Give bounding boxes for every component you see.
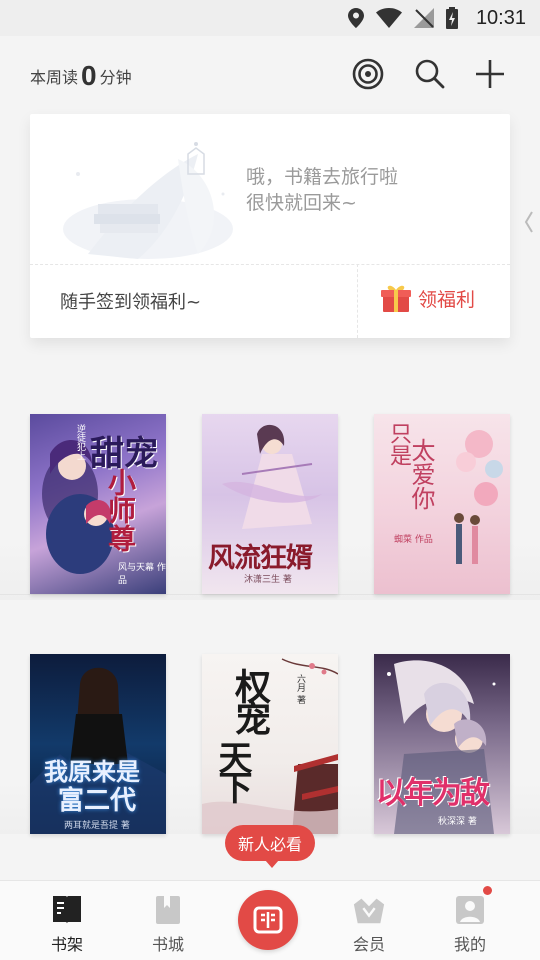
plus-icon <box>476 60 504 88</box>
book-cover[interactable]: 甜宠 小师尊 逆徒犯上 风与天幕 作品 <box>30 414 166 594</box>
bookstore-icon <box>151 893 185 927</box>
book-author: 沐潇三生 著 <box>244 575 292 585</box>
new-user-guide-badge[interactable]: 新人必看 <box>225 825 315 868</box>
crown-icon <box>352 893 386 927</box>
card-vertical-divider <box>357 264 358 338</box>
book-title-part: 富二代 <box>58 786 137 816</box>
chevron-left-icon <box>524 211 533 233</box>
nav-item-membership[interactable]: 会员 <box>329 881 409 960</box>
reading-goal-button[interactable] <box>350 56 386 92</box>
nav-item-profile[interactable]: 我的 <box>430 881 510 960</box>
book-cover[interactable]: 我原来是 富二代 两耳就是吾提 著 <box>30 654 166 834</box>
nav-item-bookshelf[interactable]: 书架 <box>27 881 107 960</box>
nav-label-profile: 我的 <box>453 935 486 954</box>
claim-welfare-button[interactable]: 领福利 <box>380 282 475 314</box>
book-author: 秋深深 著 <box>438 817 477 827</box>
book-title: 风流狂婿 <box>208 543 313 574</box>
book-cover[interactable]: 以年为敌 秋深深 著 <box>374 654 510 834</box>
no-signal-icon <box>413 8 434 28</box>
search-button[interactable] <box>412 56 448 92</box>
notification-dot <box>483 886 492 895</box>
book-author: 两耳就是吾提 著 <box>64 821 130 831</box>
week-read-suffix: 分钟 <box>99 68 132 87</box>
daily-sign-in-link[interactable]: 随手签到领福利~ <box>60 288 201 314</box>
week-read-minutes: 0 <box>81 60 97 91</box>
nav-label-bookshelf: 书架 <box>50 935 83 954</box>
book-tagline: 逆徒犯上 <box>75 424 85 460</box>
book-cover[interactable]: 风流狂婿 沐潇三生 著 <box>202 414 338 594</box>
books-travel-illustration <box>48 134 248 264</box>
empty-shelf-message: 哦，书籍去旅行啦 很快就回来~ <box>246 164 398 216</box>
wifi-icon <box>375 8 402 28</box>
book-title-part: 权宠 <box>229 668 271 732</box>
book-author: 蜘菜 作品 <box>394 535 433 545</box>
empty-shelf-message-line2: 很快就回来~ <box>246 192 357 214</box>
book-title-part: 太爱你 <box>407 438 435 510</box>
shelf-line-1 <box>0 594 540 595</box>
book-author: 六月 著 <box>295 674 305 704</box>
gift-icon <box>381 285 411 312</box>
card-divider <box>30 264 510 265</box>
status-bar: 10:31 <box>0 0 540 36</box>
location-icon <box>347 8 364 28</box>
header: 本周读 0 分钟 <box>0 36 540 114</box>
bookshelf-icon <box>50 893 84 927</box>
nav-label-bookstore: 书城 <box>151 935 184 954</box>
nav-item-bookstore[interactable]: 书城 <box>128 881 208 960</box>
week-read-stat[interactable]: 本周读 0 分钟 <box>30 60 132 91</box>
side-drawer-handle[interactable] <box>518 205 540 239</box>
search-icon <box>415 59 445 89</box>
claim-welfare-label: 领福利 <box>418 288 476 311</box>
quick-read-button[interactable] <box>238 890 298 950</box>
book-title: 以年为敌 <box>376 776 490 811</box>
book-cover[interactable]: 只是 太爱你 蜘菜 作品 <box>374 414 510 594</box>
status-time: 10:31 <box>475 6 526 29</box>
sign-in-card: 哦，书籍去旅行啦 很快就回来~ 随手签到领福利~ 领福利 <box>30 114 510 338</box>
week-read-prefix: 本周读 <box>30 68 79 87</box>
book-author: 风与天幕 作品 <box>118 563 166 586</box>
open-book-icon <box>253 906 283 934</box>
book-cover[interactable]: 权宠 天下 六月 著 <box>202 654 338 834</box>
book-title-part: 天下 <box>212 740 252 800</box>
book-title-part: 小师尊 <box>104 468 137 552</box>
add-button[interactable] <box>472 56 508 92</box>
nav-label-membership: 会员 <box>352 935 385 954</box>
empty-shelf-message-line1: 哦，书籍去旅行啦 <box>246 166 399 188</box>
profile-icon <box>453 893 487 927</box>
target-icon <box>352 58 384 90</box>
battery-charging-icon <box>445 7 458 29</box>
